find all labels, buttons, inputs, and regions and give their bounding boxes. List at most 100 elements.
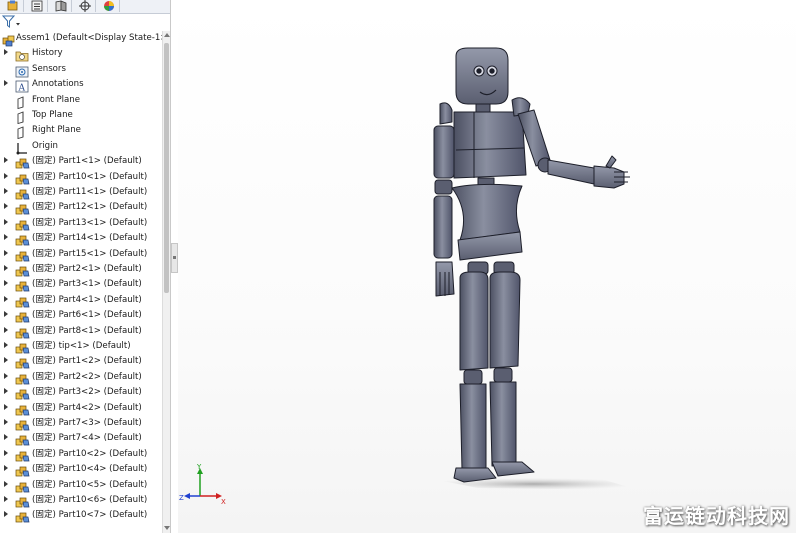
expand-arrow-icon[interactable] [4,157,8,164]
expand-arrow-icon[interactable] [4,449,8,456]
feature-manager-icon [7,0,18,11]
expand-arrow-icon[interactable] [4,326,8,333]
tree-item-label: (固定) Part10<2> (Default) [32,448,148,459]
part-icon [15,186,30,200]
expand-arrow-icon[interactable] [4,172,8,179]
scroll-down-arrow-icon[interactable] [164,526,170,530]
tree-item[interactable]: Origin [0,139,162,155]
tab-dimxpert-manager[interactable] [72,0,96,12]
tree-item-label: (固定) Part7<3> (Default) [32,418,142,428]
tree-item[interactable]: (固定) Part13<1> (Default) [0,216,162,231]
expand-arrow-icon[interactable] [4,496,8,502]
tab-property-manager[interactable] [24,0,48,12]
tree-item-label: (固定) Part10<7> (Default) [32,510,148,521]
tree-item[interactable]: (固定) Part1<1> (Default) [0,154,162,169]
tree-item[interactable]: (固定) Part10<2> (Default) [0,447,162,462]
expand-arrow-icon[interactable] [4,403,8,410]
tree-item[interactable]: History [0,46,162,62]
expand-arrow-icon[interactable] [4,357,8,364]
display-manager-icon [104,1,114,11]
tree-item[interactable]: (固定) Part2<2> (Default) [0,370,162,385]
tree-item-label: (固定) Part14<1> (Default) [32,233,148,244]
tab-more[interactable] [120,0,132,12]
expand-arrow-icon[interactable] [4,295,8,302]
scroll-thumb[interactable] [164,43,169,293]
tab-display-manager[interactable] [96,0,120,12]
tree-item[interactable]: (固定) Part1<2> (Default) [0,354,162,369]
tree-item[interactable]: (固定) Part6<1> (Default) [0,308,162,323]
tree-item-label: Top Plane [32,110,73,120]
plane-icon [15,124,29,140]
tree-item[interactable]: (固定) Part2<1> (Default) [0,262,162,277]
expand-arrow-icon[interactable] [4,465,8,472]
tree-scrollbar[interactable] [162,31,170,533]
tree-item[interactable]: (固定) Part3<1> (Default) [0,277,162,292]
tree-item[interactable]: (固定) Part10<7> (Default) [0,508,162,523]
expand-arrow-icon[interactable] [4,203,8,210]
sensors-icon [15,63,29,78]
expand-arrow-icon[interactable] [4,265,8,271]
expand-arrow-icon[interactable] [4,388,8,395]
tree-item[interactable]: (固定) Part10<4> (Default) [0,462,162,477]
tree-item[interactable]: (固定) Part4<2> (Default) [0,401,162,416]
tree-item[interactable]: (固定) Part8<1> (Default) [0,324,162,339]
tree-item[interactable]: (固定) Part12<1> (Default) [0,200,162,215]
assembly-icon [2,32,16,47]
tree-item-label: (固定) Part1<2> (Default) [32,356,142,367]
tree-item[interactable]: (固定) Part3<2> (Default) [0,385,162,400]
expand-arrow-icon[interactable] [4,188,8,194]
robot-lower-torso [451,183,523,241]
tree-item-label: (固定) Part3<1> (Default) [32,279,142,290]
tree-root-assembly[interactable]: Assem1 (Default<Display State-1> [0,31,168,47]
tree-item[interactable]: (固定) Part7<3> (Default) [0,416,162,431]
expand-arrow-icon[interactable] [4,342,8,348]
robot-left-shin [459,383,487,471]
feature-manager-panel: Assem1 (Default<Display State-1> History S… [0,0,171,533]
expand-arrow-icon[interactable] [4,372,8,379]
expand-arrow-icon[interactable] [4,311,8,318]
robot-neck [475,103,491,113]
tree-item[interactable]: (固定) Part15<1> (Default) [0,247,162,262]
manager-tabs [0,0,170,14]
feature-tree: Assem1 (Default<Display State-1> History S… [0,31,168,533]
tree-item-label: (固定) Part10<5> (Default) [32,479,148,490]
graphics-viewport[interactable]: Y X Z [178,0,796,533]
expand-arrow-icon[interactable] [4,280,8,287]
tree-item-label: (固定) Part13<1> (Default) [32,217,148,228]
tree-item[interactable]: (固定) Part10<5> (Default) [0,478,162,493]
tree-item[interactable]: (固定) Part14<1> (Default) [0,231,162,246]
tree-item[interactable]: Right Plane [0,123,162,140]
expand-arrow-icon[interactable] [4,249,8,256]
tab-configuration-manager[interactable] [48,0,72,12]
tree-item[interactable]: (固定) Part10<6> (Default) [0,493,162,508]
tree-item[interactable]: (固定) Part4<1> (Default) [0,293,162,308]
filter-icon[interactable] [2,15,22,29]
tab-feature-manager[interactable] [0,0,24,12]
tree-item-label: (固定) Part6<1> (Default) [32,310,142,321]
robot-assembly-model[interactable] [178,0,796,533]
dimxpert-icon [79,0,91,12]
tree-item-label: (固定) Part10<1> (Default) [32,171,148,182]
robot-right-foot [491,461,535,477]
expand-arrow-icon[interactable] [4,434,8,441]
expand-arrow-icon[interactable] [4,80,8,87]
tree-item-label: (固定) Part2<1> (Default) [32,264,142,274]
tree-item[interactable]: (固定) Part11<1> (Default) [0,185,162,200]
expand-arrow-icon[interactable] [4,480,8,487]
tree-item-label: Origin [32,140,58,151]
expand-arrow-icon[interactable] [4,218,8,225]
expand-arrow-icon[interactable] [4,511,8,518]
tree-item[interactable]: Top Plane [0,108,162,125]
tree-item[interactable]: Front Plane [0,93,162,109]
tree-item[interactable]: Sensors [0,62,162,78]
tree-item[interactable]: (固定) tip<1> (Default) [0,339,162,354]
tree-item[interactable]: A Annotations [0,77,162,94]
tree-item-label: (固定) Part4<1> (Default) [32,294,142,305]
scroll-up-arrow-icon[interactable] [164,33,170,37]
tree-item[interactable]: (固定) Part10<1> (Default) [0,170,162,185]
panel-splitter-handle[interactable] [171,243,178,273]
expand-arrow-icon[interactable] [4,419,8,425]
expand-arrow-icon[interactable] [4,234,8,241]
expand-arrow-icon[interactable] [4,49,8,56]
tree-item[interactable]: (固定) Part7<4> (Default) [0,431,162,446]
